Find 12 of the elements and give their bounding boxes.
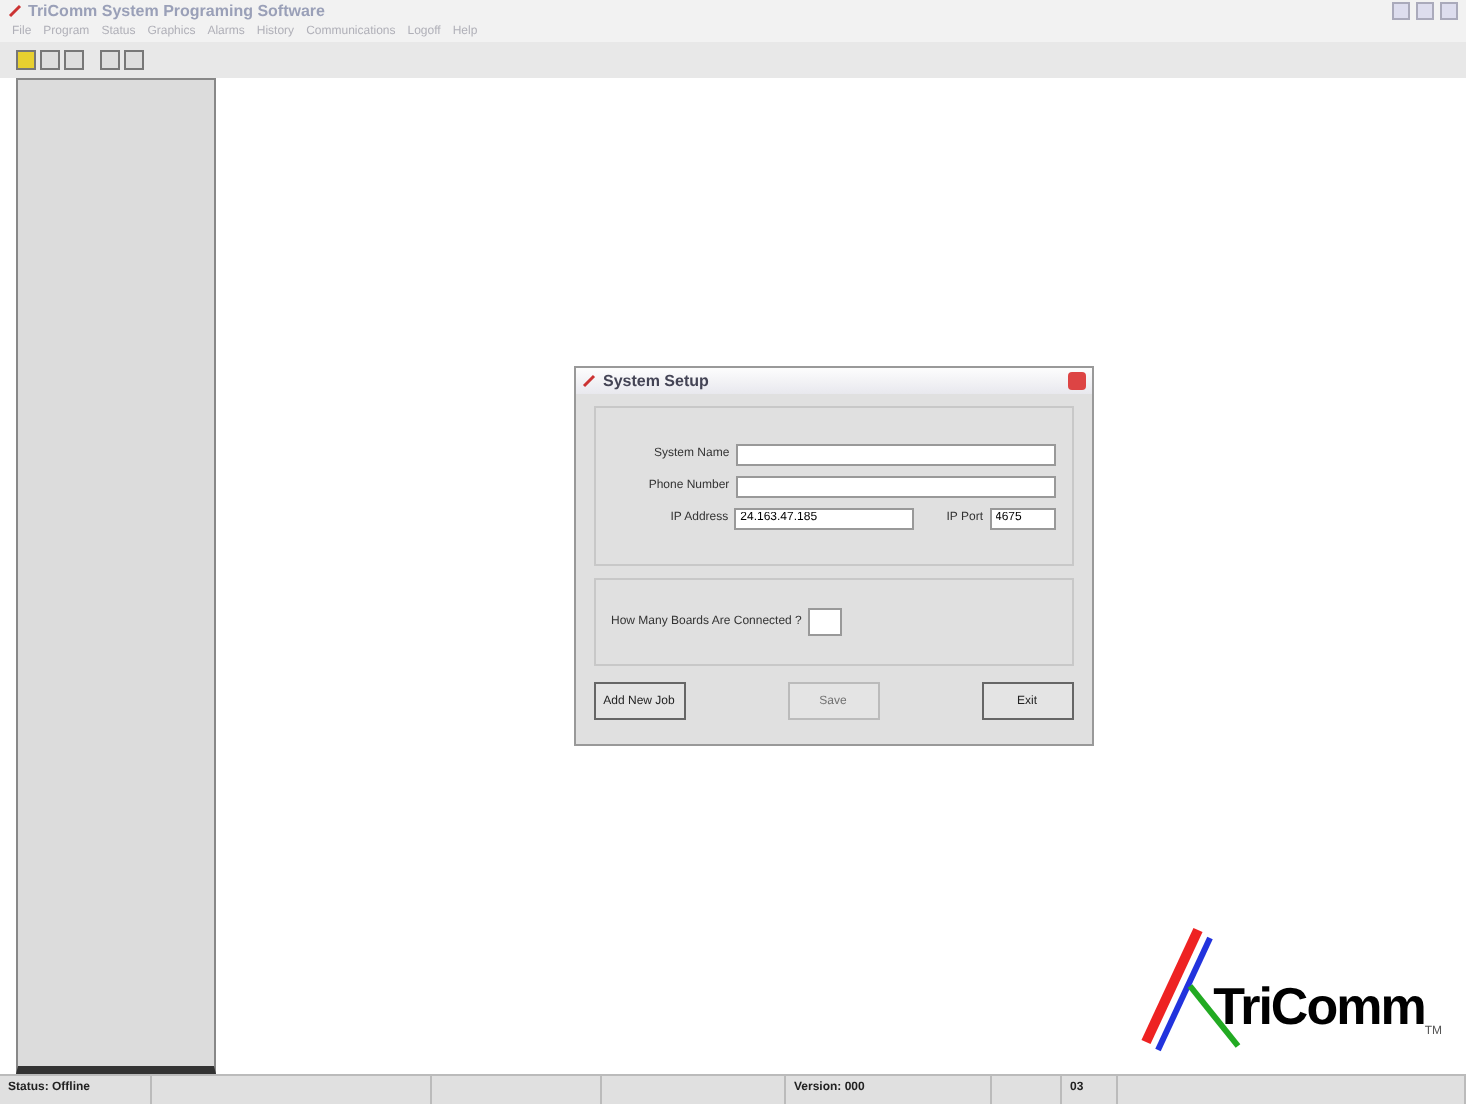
close-button[interactable] [1067, 372, 1085, 390]
text-field[interactable] [735, 475, 1055, 497]
app-icon [8, 4, 22, 18]
minimize-button[interactable] [1392, 2, 1410, 20]
close-button[interactable] [1440, 2, 1458, 20]
text-field[interactable] [735, 443, 1055, 465]
logo-text: TriComm [1213, 976, 1425, 1038]
window-title: TriComm System Programing Software [28, 2, 325, 20]
text-field[interactable] [807, 608, 842, 636]
dialog-title: System Setup [603, 372, 709, 390]
maximize-button[interactable] [1416, 2, 1434, 20]
app-icon [581, 374, 595, 388]
